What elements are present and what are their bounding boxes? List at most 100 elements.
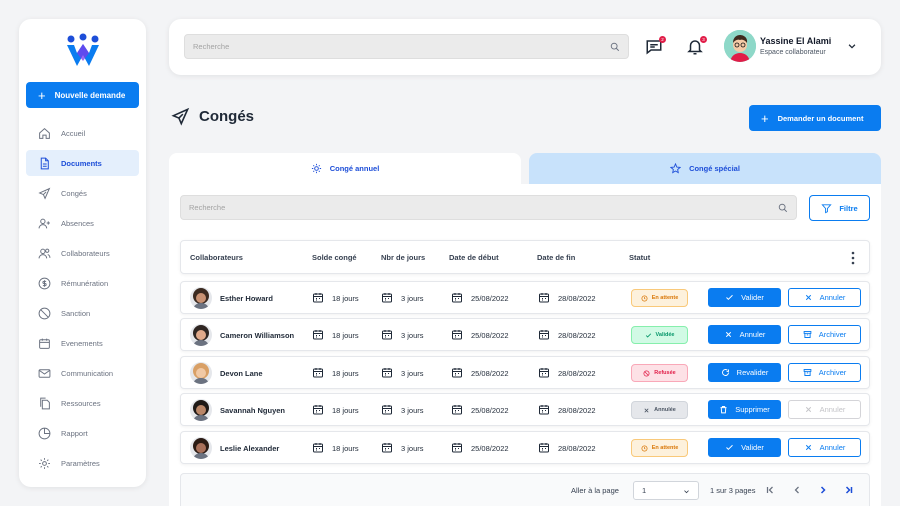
status-label: En attente (651, 295, 679, 301)
start-date-value: 25/08/2022 (471, 406, 509, 415)
end-date-cell: 28/08/2022 (538, 328, 596, 343)
last-page-icon[interactable] (843, 484, 855, 496)
archiver-button[interactable]: Archiver (788, 363, 861, 382)
valider-button[interactable]: Valider (708, 288, 781, 307)
sidebar-item-label: Paramètres (61, 458, 100, 468)
action-label: Valider (741, 443, 764, 452)
annuler-button[interactable]: Annuler (788, 438, 861, 457)
annuler-button[interactable]: Annuler (788, 288, 861, 307)
archiver-button[interactable]: Archiver (788, 325, 861, 344)
user-name: Yassine El Alami (760, 36, 832, 46)
user-avatar-illustration (724, 30, 756, 62)
calendar-icon (451, 403, 463, 418)
jours-cell: 3 jours (381, 366, 424, 381)
jours-value: 3 jours (401, 294, 424, 303)
pie-chart-icon (38, 427, 51, 439)
valider-button[interactable]: Valider (708, 438, 781, 457)
tab-label: Congé spécial (689, 164, 740, 173)
sidebar-item-accueil[interactable]: Accueil (26, 120, 139, 146)
ban-icon (643, 370, 650, 377)
sidebar-item-communication[interactable]: Communication (26, 360, 139, 386)
sidebar-item-label: Collaborateurs (61, 248, 110, 258)
next-page-icon[interactable] (817, 484, 829, 496)
notifications-button[interactable]: 3 (686, 36, 707, 56)
table-search-input[interactable]: Recherche (180, 195, 797, 220)
solde-value: 18 jours (332, 331, 359, 340)
status-label: Refusée (654, 370, 676, 376)
new-request-button[interactable]: + Nouvelle demande (26, 82, 139, 108)
x-icon (725, 331, 731, 338)
sidebar-item-evenements[interactable]: Evenements (26, 330, 139, 356)
solde-cell: 18 jours (312, 441, 359, 456)
calendar-icon (312, 328, 324, 343)
filter-button[interactable]: Filtre (809, 195, 870, 221)
sidebar-item-absences[interactable]: Absences (26, 210, 139, 236)
dollar-icon (38, 277, 51, 289)
end-date-value: 28/08/2022 (558, 294, 596, 303)
calendar-icon (381, 291, 393, 306)
annuler-button: Annuler (788, 400, 861, 419)
solde-value: 18 jours (332, 369, 359, 378)
status-label: Annulée (654, 407, 676, 413)
check-icon (726, 294, 733, 301)
search-icon (778, 203, 788, 213)
solde-cell: 18 jours (312, 366, 359, 381)
sidebar-item-label: Evenements (61, 338, 103, 348)
refresh-icon (721, 369, 729, 376)
calendar-icon (538, 291, 550, 306)
sidebar-item-documents[interactable]: Documents (26, 150, 139, 176)
archive-icon (803, 331, 812, 338)
prev-page-icon[interactable] (791, 484, 803, 496)
messages-button[interactable]: 2 (645, 36, 666, 56)
sidebar-nav: Accueil Documents Congés Absences Collab… (26, 120, 139, 480)
avatar (190, 399, 212, 421)
sidebar-item-label: Rapport (61, 428, 88, 438)
user-avatar[interactable] (724, 30, 756, 62)
x-icon (643, 407, 650, 414)
column-header: Collaborateurs (190, 253, 243, 262)
tab-conge-annuel[interactable]: Congé annuel (169, 153, 521, 184)
calendar-icon (451, 291, 463, 306)
request-document-label: Demander un document (777, 113, 864, 123)
sidebar-item-ressources[interactable]: Ressources (26, 390, 139, 416)
goto-page-label: Aller à la page (571, 486, 619, 495)
check-icon (645, 332, 652, 339)
sidebar-item-remuneration[interactable]: Rémunération (26, 270, 139, 296)
tab-conge-special[interactable]: Congé spécial (529, 153, 881, 184)
plane-icon (171, 107, 190, 126)
start-date-cell: 25/08/2022 (451, 328, 509, 343)
status-badge: Refusée (631, 364, 688, 382)
chevron-down-icon[interactable] (847, 41, 857, 51)
solde-cell: 18 jours (312, 291, 359, 306)
supprimer-button[interactable]: Supprimer (708, 400, 781, 419)
first-page-icon[interactable] (764, 484, 776, 496)
page-select[interactable]: 1 (633, 481, 699, 500)
revalider-button[interactable]: Revalider (708, 363, 781, 382)
search-input[interactable]: Recherche (184, 34, 629, 59)
document-icon (40, 157, 49, 169)
table-row: Cameron Williamson 18 jours 3 jours 25/08/2… (180, 318, 870, 351)
sidebar-item-conges[interactable]: Congés (26, 180, 139, 206)
sidebar-item-collaborateurs[interactable]: Collaborateurs (26, 240, 139, 266)
start-date-cell: 25/08/2022 (451, 366, 509, 381)
action-label: Valider (741, 293, 764, 302)
avatar (190, 287, 212, 309)
action-label: Annuler (819, 293, 846, 302)
sidebar-item-parametres[interactable]: Paramètres (26, 450, 139, 476)
action-label: Supprimer (735, 405, 770, 414)
solde-value: 18 jours (332, 444, 359, 453)
calendar-icon (381, 328, 393, 343)
action-label: Archiver (818, 368, 847, 377)
new-request-label: Nouvelle demande (54, 90, 126, 100)
more-vertical-icon[interactable] (851, 251, 855, 265)
status-badge: Annulée (631, 401, 688, 419)
request-document-button[interactable]: + Demander un document (749, 105, 881, 131)
solde-cell: 18 jours (312, 403, 359, 418)
sidebar-item-sanction[interactable]: Sanction (26, 300, 139, 326)
calendar-icon (312, 366, 324, 381)
table-row: Leslie Alexander 18 jours 3 jours 25/08/202… (180, 431, 870, 464)
archive-icon (803, 369, 812, 376)
notifications-badge: 3 (700, 36, 707, 43)
annuler-button[interactable]: Annuler (708, 325, 781, 344)
sidebar-item-rapport[interactable]: Rapport (26, 420, 139, 446)
